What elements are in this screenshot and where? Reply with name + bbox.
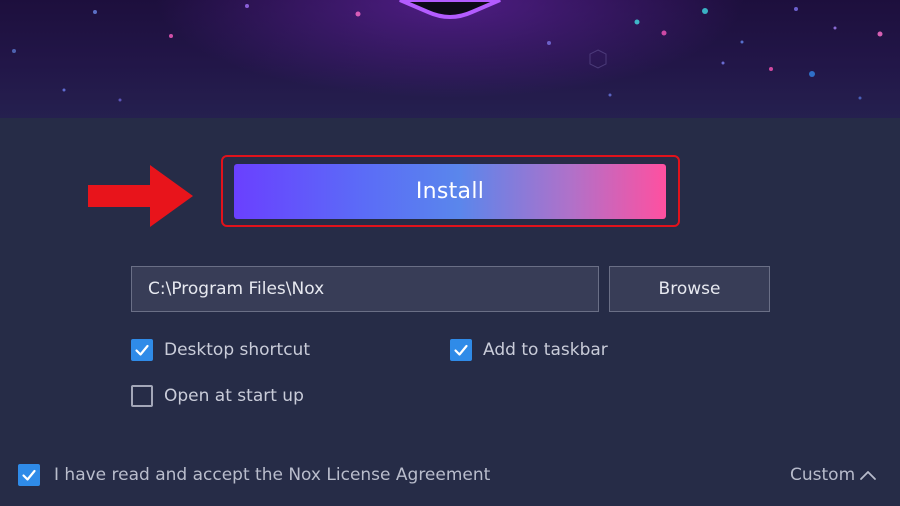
check-icon <box>135 344 149 356</box>
header-banner <box>0 0 900 118</box>
desktop-shortcut-checkbox[interactable] <box>131 339 153 361</box>
add-to-taskbar-option[interactable]: Add to taskbar <box>450 339 608 361</box>
starfield-illustration <box>12 0 883 102</box>
license-agreement-option[interactable]: I have read and accept the Nox License A… <box>18 464 490 486</box>
open-at-startup-checkbox[interactable] <box>131 385 153 407</box>
custom-toggle[interactable]: Custom <box>790 465 877 485</box>
add-to-taskbar-label: Add to taskbar <box>483 340 608 360</box>
nox-logo-tip <box>399 0 501 19</box>
chevron-up-icon <box>860 471 877 480</box>
license-agreement-checkbox[interactable] <box>18 464 40 486</box>
desktop-shortcut-label: Desktop shortcut <box>164 340 310 360</box>
install-button[interactable]: Install <box>234 164 666 219</box>
open-at-startup-label: Open at start up <box>164 386 304 406</box>
add-to-taskbar-checkbox[interactable] <box>450 339 472 361</box>
install-path-input[interactable]: C:\Program Files\Nox <box>131 266 599 312</box>
browse-button[interactable]: Browse <box>609 266 770 312</box>
red-arrow-icon <box>88 165 193 227</box>
license-agreement-label: I have read and accept the Nox License A… <box>54 465 491 485</box>
check-icon <box>22 469 36 481</box>
desktop-shortcut-option[interactable]: Desktop shortcut <box>131 339 310 361</box>
check-icon <box>454 344 468 356</box>
custom-label: Custom <box>790 465 856 485</box>
installer-window: Install C:\Program Files\Nox Browse Desk… <box>0 0 900 506</box>
open-at-startup-option[interactable]: Open at start up <box>131 385 304 407</box>
